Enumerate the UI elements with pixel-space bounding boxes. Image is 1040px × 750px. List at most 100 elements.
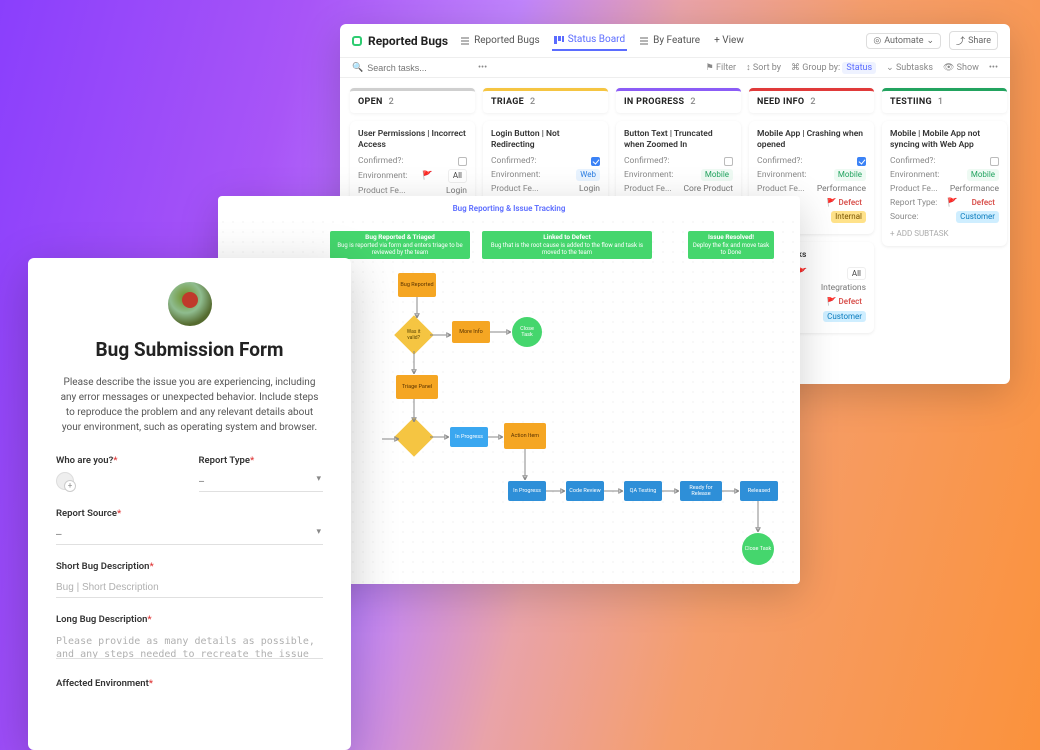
card-title: Login Button | Not Redirecting (491, 129, 600, 150)
textarea-long-desc[interactable] (56, 631, 323, 659)
field-tag: All (448, 169, 467, 183)
node-ready-release[interactable]: Ready for Release (680, 481, 722, 501)
field-value: Login (579, 184, 600, 194)
column-header[interactable]: IN PROGRESS2 (616, 88, 741, 113)
node-in-progress-2[interactable]: In Progress (508, 481, 546, 501)
group-value: Status (842, 62, 876, 74)
card-field-row: Product Fe...Login (491, 184, 600, 194)
view-tab-status-board[interactable]: Status Board (552, 30, 627, 51)
card-field-row: Environment:Mobile (890, 169, 999, 181)
subtasks-button[interactable]: ⌄ Subtasks (886, 63, 933, 73)
board-title-text: Reported Bugs (368, 34, 448, 48)
column-header[interactable]: TRIAGE2 (483, 88, 608, 113)
node-decision-2[interactable] (394, 417, 434, 457)
column-name: OPEN (358, 97, 383, 107)
label-long-desc: Long Bug Description* (56, 614, 323, 625)
add-subtask-button[interactable]: + ADD SUBTASK (890, 229, 999, 238)
card-title: Mobile App | Crashing when opened (757, 129, 866, 150)
checkbox-icon[interactable] (724, 157, 733, 166)
card-tag: Internal (831, 211, 866, 223)
kanban-card[interactable]: Mobile | Mobile App not syncing with Web… (882, 121, 1007, 246)
node-in-progress-1[interactable]: In Progress (450, 427, 488, 447)
view-tab-by-feature[interactable]: By Feature (637, 31, 702, 50)
field-tag: Mobile (834, 169, 866, 181)
node-action-item[interactable]: Action Item (504, 423, 546, 449)
card-tag: 🚩 Defect (823, 197, 866, 209)
column-header[interactable]: OPEN 2 (350, 88, 475, 113)
add-view-label: + View (714, 35, 744, 46)
node-decision-valid[interactable]: Was it valid? (394, 315, 434, 355)
checkbox-icon[interactable] (857, 157, 866, 166)
field-label: Confirmed?: (491, 156, 537, 166)
card-field-row: Product Fe...Performance (890, 184, 999, 194)
flag-icon: 🚩 (422, 171, 433, 181)
form-avatar (168, 282, 212, 326)
card-title: Button Text | Truncated when Zoomed In (624, 129, 733, 150)
search-icon: 🔍 (352, 63, 363, 73)
kanban-card[interactable]: Button Text | Truncated when Zoomed In Co… (616, 121, 741, 205)
group-by-button[interactable]: ⌘ Group by: Status (791, 63, 876, 73)
view-tab-reported-bugs[interactable]: Reported Bugs (458, 31, 542, 50)
card-field-row: Product Fe...Core Product (624, 184, 733, 194)
field-label: Confirmed?: (890, 156, 936, 166)
card-field-row: Confirmed?: (358, 156, 467, 166)
node-more-info[interactable]: More Info (452, 321, 490, 343)
board-icon (554, 35, 564, 45)
field-label: Environment: (624, 170, 674, 180)
field-value: Login (446, 186, 467, 196)
checkbox-icon[interactable] (990, 157, 999, 166)
node-released[interactable]: Released (740, 481, 778, 501)
node-code-review[interactable]: Code Review (566, 481, 604, 501)
field-label: Product Fe... (757, 184, 805, 194)
card-field-row: Source:Customer (890, 211, 999, 223)
select-report-source[interactable]: – (56, 525, 323, 545)
search-box[interactable]: 🔍 (352, 63, 472, 73)
node-triage-panel[interactable]: Triage Panel (396, 375, 438, 399)
search-more-icon[interactable]: ••• (478, 63, 487, 73)
share-label: Share (968, 36, 991, 46)
select-report-type[interactable]: – (199, 472, 324, 492)
field-affected-environment: Affected Environment* (56, 678, 323, 695)
search-input[interactable] (367, 63, 447, 73)
kanban-card[interactable]: User Permissions | Incorrect Access Confi… (350, 121, 475, 207)
column-count: 1 (938, 97, 943, 107)
card-title: User Permissions | Incorrect Access (358, 129, 467, 150)
node-close-task-1[interactable]: Close Task (512, 317, 542, 347)
field-report-type: Report Type* – (199, 455, 324, 492)
card-tag: Customer (823, 311, 866, 323)
more-icon[interactable]: ••• (989, 63, 998, 73)
flag-icon: 🚩 (947, 198, 958, 208)
lane-reported: Bug Reported & Triaged Bug is reported v… (330, 231, 470, 259)
node-close-task-2[interactable]: Close Task (742, 533, 774, 565)
filter-button[interactable]: ⚑ Filter (706, 63, 736, 73)
card-field-row: Confirmed?: (491, 156, 600, 166)
field-label: Confirmed?: (358, 156, 404, 166)
status-icon (352, 36, 362, 46)
checkbox-icon[interactable] (591, 157, 600, 166)
share-button[interactable]: ⤴ Share (949, 31, 998, 50)
column-header[interactable]: NEED INFO2 (749, 88, 874, 113)
field-tag: Mobile (967, 169, 999, 181)
card-title: Mobile | Mobile App not syncing with Web… (890, 129, 999, 150)
lane-linked: Linked to Defect Bug that is the root ca… (482, 231, 652, 259)
column-count: 2 (389, 97, 394, 107)
list-icon (639, 36, 649, 46)
field-value: Core Product (683, 184, 733, 194)
sort-button[interactable]: ↕ Sort by (746, 62, 781, 73)
node-qa-testing[interactable]: QA Testing (624, 481, 662, 501)
kanban-card[interactable]: Login Button | Not Redirecting Confirmed?… (483, 121, 608, 205)
checkbox-icon[interactable] (458, 157, 467, 166)
field-tag: Mobile (701, 169, 733, 181)
node-bug-reported[interactable]: Bug Reported (398, 273, 436, 297)
label-report-type: Report Type* (199, 455, 324, 466)
show-button[interactable]: 👁 Show (943, 63, 979, 73)
automate-button[interactable]: ◎ Automate ⌄ (866, 33, 941, 49)
label-affected-env: Affected Environment* (56, 678, 323, 689)
assignee-picker[interactable] (56, 472, 74, 490)
input-short-desc[interactable] (56, 578, 323, 598)
field-tag: Customer (956, 211, 999, 223)
field-label: Environment: (757, 170, 807, 180)
form-description: Please describe the issue you are experi… (56, 375, 323, 435)
column-header[interactable]: TESTIING1 (882, 88, 1007, 113)
add-view-button[interactable]: + View (712, 31, 746, 50)
